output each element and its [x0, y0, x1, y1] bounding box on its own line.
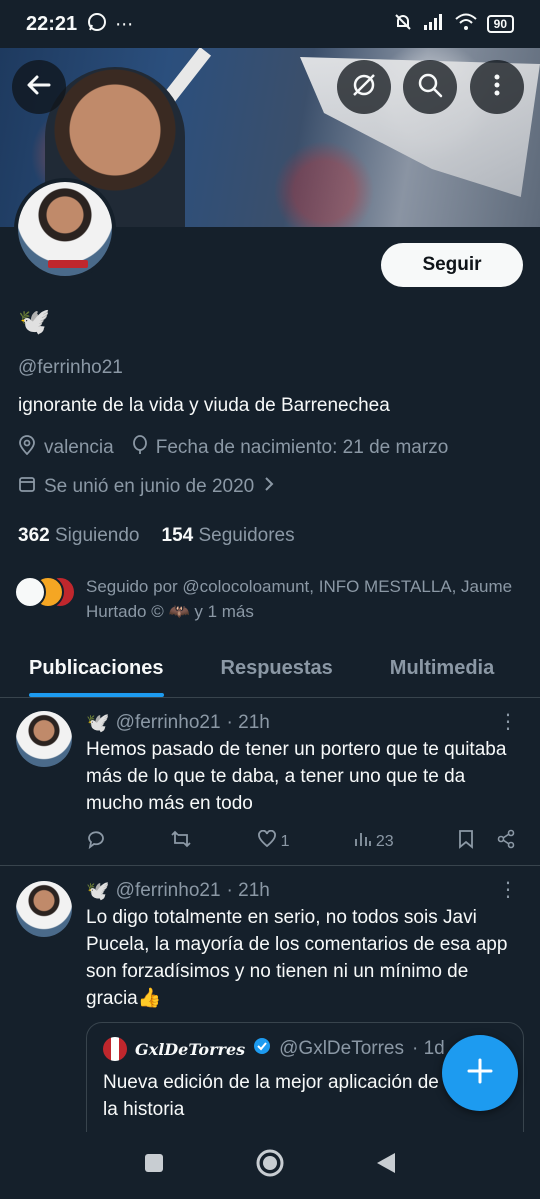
avatar[interactable]: [16, 881, 72, 937]
kebab-menu-icon: ⋮: [498, 711, 518, 733]
balloon-icon: [132, 435, 148, 461]
profile-avatar[interactable]: [14, 178, 116, 280]
tweet-time: · 21h: [226, 880, 270, 901]
profile-tabs: Publicaciones Respuestas Multimedia: [0, 640, 540, 698]
tweet-more-button[interactable]: ⋮: [498, 709, 518, 734]
plus-icon: [465, 1056, 495, 1091]
quote-display-name: GxlDeTorres: [135, 1039, 246, 1059]
more-notifications-icon: ⋯: [115, 13, 134, 34]
tweet-more-button[interactable]: ⋮: [498, 877, 518, 902]
status-time: 22:21: [26, 12, 78, 35]
kebab-menu-icon: [483, 71, 511, 104]
tweet-text: Lo digo totalmente en serio, no todos so…: [86, 907, 508, 1009]
back-nav-button[interactable]: [375, 1151, 397, 1180]
signal-icon: [423, 13, 445, 36]
quote-text: Nueva edición de la mejor aplicación de …: [103, 1072, 439, 1120]
profile-joined: Se unió en junio de 2020: [44, 476, 255, 497]
quote-time: · 1d: [412, 1038, 445, 1059]
profile-birthday: Fecha de nacimiento: 21 de marzo: [155, 437, 449, 458]
kebab-menu-icon: ⋮: [498, 879, 518, 901]
followers-link[interactable]: 154 Seguidores: [162, 525, 295, 547]
tweet-time: · 21h: [226, 712, 270, 733]
following-link[interactable]: 362 Siguiendo: [18, 525, 140, 547]
bookmark-button[interactable]: [458, 829, 474, 854]
tweet-handle: @ferrinho21: [115, 880, 221, 901]
calendar-icon: [18, 475, 36, 499]
followed-by-text: Seguido por @colocoloamunt, INFO MESTALL…: [86, 577, 513, 621]
share-icon: [496, 829, 516, 853]
tweet-text: Hemos pasado de tener un portero que te …: [86, 739, 507, 814]
profile-handle: @ferrinho21: [18, 357, 123, 378]
tab-respuestas[interactable]: Respuestas: [221, 640, 333, 697]
arrow-left-icon: [25, 71, 53, 104]
bookmark-icon: [458, 830, 474, 853]
joined-link[interactable]: Se unió en junio de 2020: [18, 475, 276, 499]
search-icon: [416, 71, 444, 104]
like-count: 1: [280, 832, 290, 850]
retweet-icon: [170, 829, 192, 854]
retweet-button[interactable]: [170, 829, 192, 854]
tweet-display-name: 🕊️: [86, 881, 110, 902]
share-button[interactable]: [496, 829, 516, 854]
status-bar: 22:21 ⋯ 90: [0, 0, 540, 48]
views-chart-icon: [354, 830, 372, 853]
tab-publicaciones[interactable]: Publicaciones: [29, 640, 164, 697]
no-sync-icon: [350, 71, 378, 104]
tweet[interactable]: 🕊️ @ferrinho21 · 21h ⋮ Hemos pasado de t…: [0, 699, 540, 866]
follow-button[interactable]: Seguir: [381, 243, 523, 287]
more-options-button[interactable]: [470, 60, 524, 114]
views-button[interactable]: 23: [354, 829, 394, 854]
home-button[interactable]: [255, 1148, 285, 1183]
quote-handle: @GxlDeTorres: [279, 1038, 404, 1059]
display-name: 🕊️: [18, 306, 51, 336]
search-button[interactable]: [403, 60, 457, 114]
follow-counts: 362 Siguiendo 154 Seguidores: [18, 525, 523, 547]
mute-icon: [393, 12, 413, 37]
reply-button[interactable]: [86, 829, 106, 854]
views-count: 23: [375, 832, 394, 850]
tweet-actions: 1 23: [86, 829, 516, 854]
avatar: [103, 1037, 127, 1061]
mute-profile-button[interactable]: [337, 60, 391, 114]
avatar: [14, 576, 46, 608]
profile-location: valencia: [44, 437, 114, 458]
like-button[interactable]: 1: [257, 829, 290, 854]
avatar[interactable]: [16, 711, 72, 767]
location-pin-icon: [18, 435, 36, 461]
tab-multimedia[interactable]: Multimedia: [390, 640, 494, 697]
chevron-right-icon: [262, 476, 276, 498]
profile-bio: ignorante de la vida y viuda de Barrenec…: [18, 395, 390, 416]
whatsapp-icon: [87, 12, 107, 37]
battery-icon: 90: [486, 15, 514, 33]
system-nav-bar: [0, 1132, 540, 1199]
tweet-display-name: 🕊️: [86, 713, 110, 734]
recents-button[interactable]: [143, 1152, 165, 1179]
profile-info: 🕊️ @ferrinho21 ignorante de la vida y vi…: [18, 306, 523, 547]
followed-by[interactable]: Seguido por @colocoloamunt, INFO MESTALL…: [14, 574, 524, 624]
reply-icon: [86, 829, 106, 854]
profile-meta: valencia Fecha de nacimiento: 21 de marz…: [18, 435, 523, 499]
verified-badge-icon: [253, 1037, 271, 1061]
wifi-icon: [454, 13, 477, 36]
tweet-handle: @ferrinho21: [115, 712, 221, 733]
back-button[interactable]: [12, 60, 66, 114]
heart-icon: [257, 829, 277, 853]
compose-button[interactable]: [442, 1035, 518, 1111]
